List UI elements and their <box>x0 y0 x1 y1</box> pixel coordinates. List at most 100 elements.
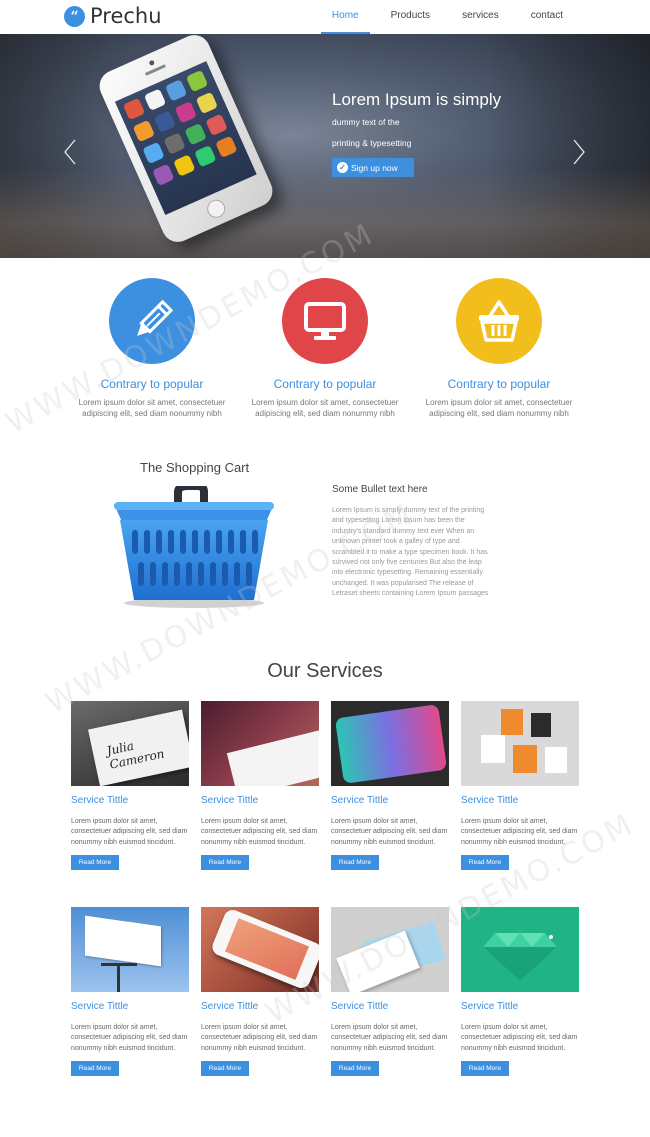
feature-title[interactable]: Contrary to popular <box>419 377 579 391</box>
stationery-paper-shape <box>226 730 319 786</box>
cart-section-title: The Shopping Cart <box>140 460 250 475</box>
app-icon <box>215 135 238 159</box>
feature-icon-circle <box>109 278 195 364</box>
read-more-button[interactable]: Read More <box>201 854 249 870</box>
service-card: Service Tittle Lorem ipsum dolor sit ame… <box>461 907 579 1076</box>
hero-slider: Lorem Ipsum is simply dummy text of the … <box>0 34 650 258</box>
service-title[interactable]: Service Tittle <box>201 1001 319 1012</box>
app-icon <box>153 110 177 133</box>
brand-tag-white <box>545 747 567 773</box>
app-grid <box>122 69 238 187</box>
bullet-text: Lorem Ipsum is simply dummy text of the … <box>332 507 489 598</box>
brand-tag-orange <box>501 709 523 735</box>
main-nav: Home Products services contact <box>311 0 574 34</box>
service-card: Service Tittle Lorem ipsum dolor sit ame… <box>331 907 449 1076</box>
read-more-button[interactable]: Read More <box>71 1060 119 1076</box>
app-icon <box>132 119 156 143</box>
feature-icon-circle <box>456 278 542 364</box>
service-thumb-mobile-ui[interactable] <box>331 701 449 786</box>
service-text: Lorem ipsum dolor sit amet, consectetuer… <box>461 1024 578 1052</box>
service-thumb-diamond[interactable] <box>461 907 579 992</box>
nav-contact[interactable]: contact <box>520 0 574 34</box>
nav-services[interactable]: services <box>451 0 510 34</box>
feature-text: Lorem ipsum dolor sit amet, consectetuer… <box>251 398 399 418</box>
slider-next-arrow-icon[interactable] <box>572 138 586 166</box>
service-text: Lorem ipsum dolor sit amet, consectetuer… <box>201 818 318 846</box>
phone-home-button <box>204 196 229 221</box>
service-thumb-business-card[interactable]: Julia Cameron <box>71 701 189 786</box>
feature-text: Lorem ipsum dolor sit amet, consectetuer… <box>425 398 573 418</box>
service-title[interactable]: Service Tittle <box>71 795 189 806</box>
phone-camera <box>148 59 156 67</box>
feature-item: Contrary to popular Lorem ipsum dolor si… <box>245 278 405 419</box>
app-icon <box>163 132 186 155</box>
pencil-icon <box>137 299 174 336</box>
phone-shape <box>209 907 319 991</box>
app-icon <box>173 154 196 177</box>
read-more-button[interactable]: Read More <box>331 854 379 870</box>
service-card: Service Tittle Lorem ipsum dolor sit ame… <box>201 907 319 1076</box>
app-icon <box>195 91 219 115</box>
feature-item: Contrary to popular Lorem ipsum dolor si… <box>72 278 232 419</box>
nav-products[interactable]: Products <box>380 0 441 34</box>
service-thumb-stationery[interactable] <box>201 701 319 786</box>
service-title[interactable]: Service Tittle <box>331 795 449 806</box>
read-more-button[interactable]: Read More <box>461 854 509 870</box>
sign-up-button[interactable]: ✓ Sign up now <box>332 158 414 177</box>
billboard-shape <box>85 915 161 967</box>
phone-shape-screen <box>225 918 309 980</box>
service-card: Service Tittle Lorem ipsum dolor sit ame… <box>461 701 579 870</box>
read-more-button[interactable]: Read More <box>71 854 119 870</box>
site-header: “ Prechu Home Products services contact <box>0 0 650 34</box>
feature-title[interactable]: Contrary to popular <box>72 377 232 391</box>
check-circle-icon: ✓ <box>337 162 348 173</box>
read-more-button[interactable]: Read More <box>331 1060 379 1076</box>
service-title[interactable]: Service Tittle <box>71 1001 189 1012</box>
service-card: Service Tittle Lorem ipsum dolor sit ame… <box>201 701 319 870</box>
brand-tag-orange <box>513 745 537 773</box>
brand-tag-white <box>481 735 505 763</box>
monitor-icon <box>304 302 346 340</box>
app-icon <box>185 69 209 93</box>
bullet-title: Some Bullet text here <box>332 484 428 495</box>
app-icon <box>152 163 175 187</box>
hero-title: Lorem Ipsum is simply <box>332 90 502 109</box>
service-card: Service Tittle Lorem ipsum dolor sit ame… <box>331 701 449 870</box>
app-icon <box>142 141 165 165</box>
service-thumb-phone[interactable] <box>201 907 319 992</box>
service-title[interactable]: Service Tittle <box>461 1001 579 1012</box>
service-thumb-branding[interactable] <box>461 701 579 786</box>
brand-tag-dark <box>531 713 551 737</box>
nav-home[interactable]: Home <box>320 0 370 34</box>
shopping-basket-image <box>108 482 280 610</box>
logo-quote-icon[interactable]: “ <box>64 6 85 27</box>
logo-text[interactable]: Prechu <box>90 4 162 28</box>
app-icon <box>164 79 188 102</box>
app-icon <box>122 97 146 121</box>
read-more-button[interactable]: Read More <box>201 1060 249 1076</box>
service-text: Lorem ipsum dolor sit amet, consectetuer… <box>461 818 578 846</box>
service-title[interactable]: Service Tittle <box>201 795 319 806</box>
service-text: Lorem ipsum dolor sit amet, consectetuer… <box>71 818 188 846</box>
read-more-button[interactable]: Read More <box>461 1060 509 1076</box>
service-thumb-billboard[interactable] <box>71 907 189 992</box>
slider-prev-arrow-icon[interactable] <box>63 138 77 166</box>
app-icon <box>194 144 217 168</box>
service-card: Julia Cameron Service Tittle Lorem ipsum… <box>71 701 189 870</box>
app-icon <box>143 88 167 111</box>
business-card-name: Julia Cameron <box>105 738 166 772</box>
service-text: Lorem ipsum dolor sit amet, consectetuer… <box>331 818 448 846</box>
feature-title[interactable]: Contrary to popular <box>245 377 405 391</box>
service-text: Lorem ipsum dolor sit amet, consectetuer… <box>331 1024 448 1052</box>
business-card-shape: Julia Cameron <box>88 709 189 786</box>
phone-speaker <box>144 64 167 76</box>
feature-item: Contrary to popular Lorem ipsum dolor si… <box>419 278 579 419</box>
service-thumb-cards[interactable] <box>331 907 449 992</box>
service-title[interactable]: Service Tittle <box>461 795 579 806</box>
billboard-rail <box>101 963 137 966</box>
feature-icon-circle <box>282 278 368 364</box>
service-title[interactable]: Service Tittle <box>331 1001 449 1012</box>
service-text: Lorem ipsum dolor sit amet, consectetuer… <box>71 1024 188 1052</box>
hero-subtitle-line1: dummy text of the <box>332 117 400 127</box>
hero-ground <box>0 168 650 258</box>
